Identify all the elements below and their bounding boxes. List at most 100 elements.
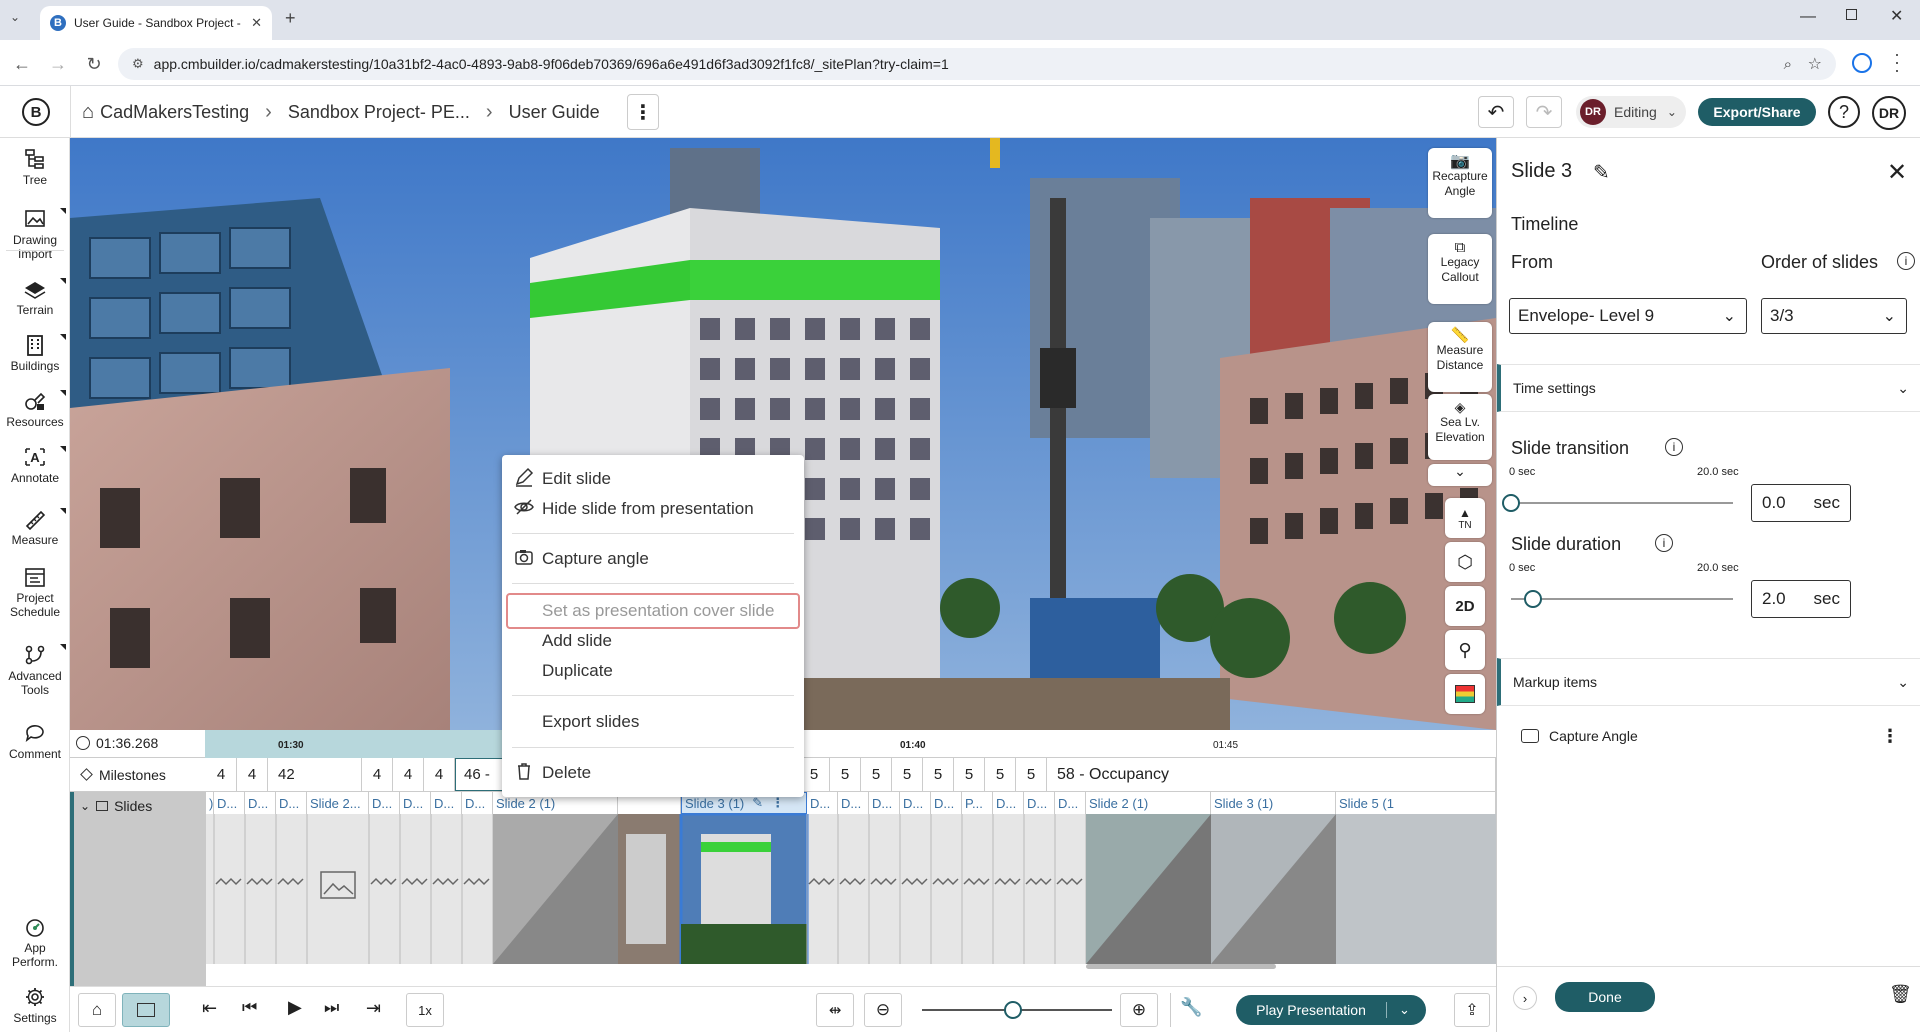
menu-hide-slide[interactable]: Hide slide from presentation (542, 499, 754, 519)
slide-label[interactable]: Slide 2... (307, 792, 369, 814)
breadcrumb-page[interactable]: User Guide (509, 102, 600, 123)
milestone-cell[interactable]: 5 (861, 758, 892, 791)
home-icon[interactable]: ⌂ (82, 101, 94, 124)
play-options-chevron-icon[interactable]: ⌄ (1386, 1002, 1410, 1018)
tab-search-icon[interactable]: ⌄ (10, 10, 20, 24)
info-icon[interactable]: i (1655, 534, 1673, 552)
slide-label[interactable]: D... (431, 792, 462, 814)
new-tab-icon[interactable]: + (285, 8, 296, 29)
transition-input[interactable]: 0.0 sec (1751, 484, 1851, 522)
back-icon[interactable]: ← (10, 52, 34, 76)
markup-items-section[interactable]: Markup items ⌄ (1497, 658, 1920, 706)
more-options-button[interactable]: ⋮ (627, 94, 659, 130)
user-avatar[interactable]: DR (1872, 96, 1906, 130)
sidebar-item-terrain[interactable]: Terrain (0, 278, 70, 317)
breadcrumb-company[interactable]: CadMakersTesting (100, 102, 249, 123)
measure-distance-button[interactable]: 📏 Measure Distance (1428, 322, 1492, 392)
sidebar-item-advanced-tools[interactable]: Advanced Tools (0, 644, 70, 697)
slide-label[interactable]: D... (900, 792, 931, 814)
slide-label[interactable]: ) (206, 792, 214, 814)
milestones-row-header[interactable]: Milestones (70, 758, 206, 792)
sidebar-item-annotate[interactable]: A Annotate (0, 446, 70, 485)
window-close-icon[interactable]: ✕ (1890, 6, 1903, 26)
site-view-button[interactable]: ⌂ (78, 993, 116, 1027)
playback-speed-button[interactable]: 1x (406, 993, 444, 1027)
help-button[interactable]: ? (1828, 96, 1860, 128)
timeline-zoom-knob[interactable] (1004, 1001, 1023, 1019)
markup-item-row[interactable]: Capture Angle ⋮ (1497, 718, 1920, 754)
tools-wrench-icon[interactable]: 🔧 (1180, 997, 1202, 1018)
slide-label[interactable]: Slide 2 (1) (1086, 792, 1211, 814)
slide-label[interactable]: D... (807, 792, 838, 814)
next-slide-icon[interactable]: ⏭ (324, 998, 339, 1018)
sidebar-item-resources[interactable]: Resources (0, 390, 70, 429)
sidebar-item-measure[interactable]: Measure (0, 508, 70, 547)
slide-label[interactable]: D... (276, 792, 307, 814)
legacy-callout-button[interactable]: ⧉ Legacy Callout (1428, 234, 1492, 304)
slide-label[interactable]: D... (869, 792, 900, 814)
info-icon[interactable]: i (1897, 252, 1915, 270)
slide-label[interactable]: D... (838, 792, 869, 814)
play-icon[interactable]: ▶ (288, 997, 302, 1018)
info-icon[interactable]: i (1665, 438, 1683, 456)
slide-label[interactable]: D... (245, 792, 276, 814)
slide-label[interactable]: P... (962, 792, 993, 814)
slide-label[interactable]: D... (462, 792, 493, 814)
previous-slide-icon[interactable]: ⏮ (242, 998, 257, 1018)
redo-button[interactable]: ↷ (1526, 96, 1562, 128)
menu-edit-slide[interactable]: Edit slide (542, 469, 611, 489)
north-button[interactable]: ▲ TN (1445, 498, 1485, 538)
kebab-icon[interactable]: ⋮ (1881, 726, 1899, 747)
browser-tab[interactable]: B User Guide - Sandbox Project - ✕ (40, 6, 272, 40)
menu-export-slides[interactable]: Export slides (542, 712, 639, 732)
sidebar-item-buildings[interactable]: Buildings (0, 334, 70, 373)
undo-button[interactable]: ↶ (1478, 96, 1514, 128)
slide-label[interactable]: D... (1024, 792, 1055, 814)
milestone-cell[interactable]: 5 (985, 758, 1016, 791)
menu-capture-angle[interactable]: Capture angle (542, 549, 649, 569)
menu-set-cover-slide[interactable]: Set as presentation cover slide (542, 601, 774, 621)
slide-label[interactable]: D... (931, 792, 962, 814)
slide-label[interactable]: Slide 3 (1) (1211, 792, 1336, 814)
milestone-cell[interactable]: 4 (393, 758, 424, 791)
milestone-cell[interactable]: 5 (830, 758, 861, 791)
duration-slider-knob[interactable] (1524, 590, 1543, 608)
milestone-cell[interactable]: 42 (268, 758, 362, 791)
bookmark-star-icon[interactable]: ☆ (1808, 54, 1822, 74)
mode-select[interactable]: DR Editing ⌄ (1576, 96, 1686, 128)
minimize-icon[interactable]: — (1800, 8, 1816, 26)
sidebar-item-settings[interactable]: Settings (0, 986, 70, 1025)
milestone-cell[interactable]: 4 (424, 758, 455, 791)
sidebar-item-drawing-import[interactable]: Drawing Import (0, 208, 70, 261)
time-settings-section[interactable]: Time settings ⌄ (1497, 364, 1920, 412)
presentation-mode-button[interactable] (122, 993, 170, 1027)
milestone-cell[interactable]: 4 (206, 758, 237, 791)
transition-slider-knob[interactable] (1502, 494, 1520, 512)
restore-icon[interactable] (1846, 9, 1857, 20)
sea-level-elevation-button[interactable]: ◈ Sea Lv. Elevation (1428, 394, 1492, 460)
delete-slide-icon[interactable]: 🗑 (1889, 984, 1912, 1005)
duration-slider[interactable] (1511, 598, 1733, 600)
milestone-cell[interactable]: 4 (237, 758, 268, 791)
play-presentation-button[interactable]: Play Presentation ⌄ (1236, 995, 1426, 1025)
reload-icon[interactable]: ↻ (82, 52, 106, 76)
from-select[interactable]: Envelope- Level 9 ⌄ (1509, 298, 1747, 334)
layers-button[interactable] (1445, 674, 1485, 714)
profile-icon[interactable] (1852, 53, 1872, 73)
milestone-cell[interactable]: 5 (923, 758, 954, 791)
sidebar-item-comment[interactable]: Comment (0, 722, 70, 761)
done-button[interactable]: Done (1555, 982, 1655, 1012)
address-bar[interactable]: ⚙ app.cmbuilder.io/cadmakerstesting/10a3… (118, 48, 1836, 80)
order-select[interactable]: 3/3 ⌄ (1761, 298, 1907, 334)
milestone-cell-selected[interactable]: 46 - (455, 758, 503, 791)
slide-label[interactable]: Slide 5 (1 (1336, 792, 1496, 814)
slide-label[interactable]: D... (369, 792, 400, 814)
slide-label[interactable]: D... (214, 792, 245, 814)
2d-toggle-button[interactable]: 2D (1445, 586, 1485, 626)
milestone-cell[interactable]: 5 (954, 758, 985, 791)
menu-duplicate[interactable]: Duplicate (542, 661, 613, 681)
close-panel-icon[interactable]: ✕ (1887, 158, 1907, 187)
menu-delete[interactable]: Delete (542, 763, 591, 783)
milestone-cell[interactable]: 5 (1016, 758, 1047, 791)
app-logo[interactable]: B (22, 98, 50, 126)
